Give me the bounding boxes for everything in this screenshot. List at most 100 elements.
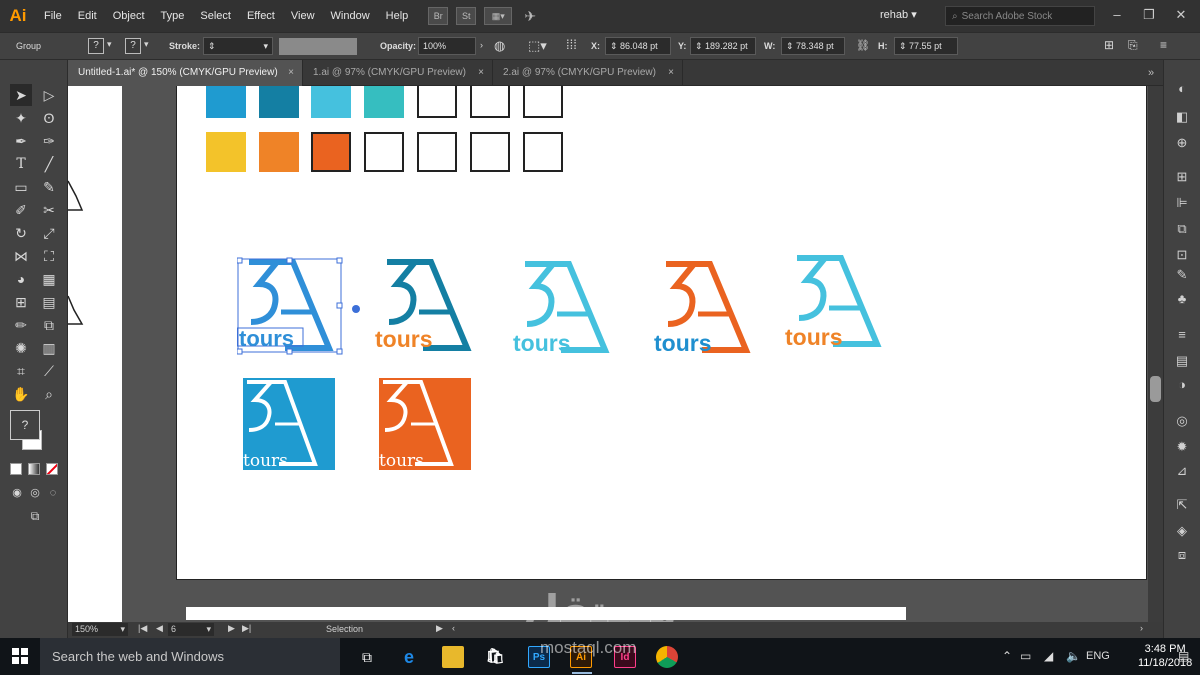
logo-orange-square[interactable]: tours: [379, 378, 471, 470]
tray-chevron-icon[interactable]: ⌃: [1002, 649, 1012, 663]
panel-menu-icon[interactable]: ≡: [1160, 38, 1167, 52]
menu-window[interactable]: Window: [323, 0, 378, 32]
chevron-down-icon[interactable]: ▾: [144, 39, 149, 50]
close-icon[interactable]: ✕: [1170, 5, 1192, 25]
maximize-icon[interactable]: ❐: [1138, 5, 1160, 25]
menu-file[interactable]: File: [36, 0, 70, 32]
chevron-right-icon[interactable]: »: [1148, 67, 1154, 79]
minimize-icon[interactable]: –: [1106, 5, 1128, 25]
bridge-button[interactable]: Br: [428, 7, 449, 25]
transparency-icon[interactable]: ◑: [1172, 376, 1192, 394]
chrome-icon[interactable]: [656, 646, 678, 668]
zoom-field[interactable]: 150% ▾: [72, 623, 128, 636]
status-menu-icon[interactable]: ▶: [436, 623, 443, 634]
direct-selection-tool-icon[interactable]: ▷: [38, 84, 60, 106]
notifications-icon[interactable]: ▤: [1178, 649, 1189, 663]
artboard[interactable]: tours tours tours tours tours tours tour…: [176, 86, 1147, 580]
taskbar-search[interactable]: Search the web and Windows: [40, 638, 340, 675]
logo-orange[interactable]: tours: [654, 258, 764, 358]
chevron-right-icon[interactable]: ›: [480, 40, 483, 50]
artboard-tool-icon[interactable]: ⌗: [10, 360, 32, 382]
language-indicator[interactable]: ENG: [1086, 650, 1110, 662]
rectangle-tool-icon[interactable]: ▭: [10, 176, 32, 198]
color-mode-icon[interactable]: [10, 463, 22, 475]
lasso-tool-icon[interactable]: ʘ: [38, 107, 60, 129]
none-mode-icon[interactable]: [46, 463, 58, 475]
stroke-swatch[interactable]: ?: [125, 38, 141, 54]
horizontal-scroll-thumb[interactable]: [186, 607, 906, 620]
artboards-icon[interactable]: ⧈: [1172, 546, 1192, 564]
y-field[interactable]: ⇕ 189.282 pt: [690, 37, 756, 55]
edge-icon[interactable]: e: [398, 646, 420, 668]
gradient-tool-icon[interactable]: ▤: [38, 291, 60, 313]
volume-icon[interactable]: 🔈: [1066, 649, 1081, 663]
transform-icon[interactable]: ⊞: [1104, 38, 1114, 52]
export-icon[interactable]: ⇱: [1172, 496, 1192, 514]
reference-point-icon[interactable]: ⁞⁞⁞: [566, 37, 577, 52]
fill-color-box[interactable]: ?: [10, 410, 40, 440]
windows-start-icon[interactable]: [12, 648, 28, 664]
battery-icon[interactable]: ▭: [1020, 649, 1031, 663]
draw-inside-icon[interactable]: ◌: [42, 482, 64, 504]
blend-tool-icon[interactable]: ⧉: [38, 314, 60, 336]
variable-width-profile[interactable]: [279, 38, 357, 55]
color-icon[interactable]: ◧: [1172, 108, 1192, 126]
libraries-icon[interactable]: ⊕: [1172, 134, 1192, 152]
menu-edit[interactable]: Edit: [70, 0, 105, 32]
x-field[interactable]: ⇕ 86.048 pt: [605, 37, 671, 55]
swatch-yellow[interactable]: [206, 132, 246, 172]
swatch-teal-dark[interactable]: [259, 86, 299, 118]
stroke-weight-field[interactable]: ⇕ ▾: [203, 37, 273, 55]
close-icon[interactable]: ×: [288, 60, 294, 86]
curvature-tool-icon[interactable]: ✑: [38, 130, 60, 152]
network-icon[interactable]: ◢: [1044, 649, 1053, 663]
menu-view[interactable]: View: [283, 0, 323, 32]
swatch-empty[interactable]: [470, 132, 510, 172]
swatch-empty[interactable]: [523, 86, 563, 118]
logo-cyan-orange[interactable]: tours: [785, 252, 895, 352]
align-icon[interactable]: ⊫: [1172, 194, 1192, 212]
symbols-icon[interactable]: ♣: [1172, 290, 1192, 308]
isolate-group-icon[interactable]: ⎘: [1128, 38, 1138, 53]
opacity-field[interactable]: 100%: [418, 37, 476, 55]
selection-tool-icon[interactable]: ➤: [10, 84, 32, 106]
scroll-right-icon[interactable]: ›: [1140, 623, 1143, 633]
type-tool-icon[interactable]: T: [10, 153, 32, 175]
close-icon[interactable]: ×: [668, 60, 674, 86]
file-explorer-icon[interactable]: [442, 646, 464, 668]
menu-select[interactable]: Select: [192, 0, 239, 32]
column-graph-tool-icon[interactable]: ▥: [38, 337, 60, 359]
zoom-tool-icon[interactable]: ⌕: [38, 383, 60, 405]
menu-type[interactable]: Type: [153, 0, 193, 32]
swatch-empty[interactable]: [364, 132, 404, 172]
appearance-icon[interactable]: ◎: [1172, 412, 1192, 430]
store-icon[interactable]: 🛍: [484, 646, 506, 668]
transform-panel-icon[interactable]: ⊡: [1172, 246, 1192, 264]
close-icon[interactable]: ×: [478, 60, 484, 86]
tab-untitled-1[interactable]: Untitled-1.ai* @ 150% (CMYK/GPU Preview)…: [68, 60, 303, 86]
task-view-icon[interactable]: ⧉: [356, 646, 378, 668]
free-transform-tool-icon[interactable]: ⛶: [38, 245, 60, 267]
scroll-left-icon[interactable]: ‹: [452, 623, 455, 633]
menu-help[interactable]: Help: [378, 0, 417, 32]
previous-artboard-icon[interactable]: ◀: [156, 623, 163, 634]
stock-button[interactable]: St: [456, 7, 477, 25]
color-guide-icon[interactable]: ◐: [1172, 80, 1192, 98]
next-artboard-icon[interactable]: ▶: [228, 623, 235, 634]
canvas-area[interactable]: tours tours tours tours tours tours tour…: [68, 86, 1148, 622]
swatch-orange-dark[interactable]: [311, 132, 351, 172]
swatch-empty[interactable]: [523, 132, 563, 172]
tab-2-ai[interactable]: 2.ai @ 97% (CMYK/GPU Preview) ×: [493, 60, 683, 86]
swatch-empty[interactable]: [470, 86, 510, 118]
vertical-scrollbar[interactable]: [1148, 86, 1163, 622]
swatch-teal[interactable]: [364, 86, 404, 118]
last-artboard-icon[interactable]: ▶|: [242, 623, 251, 634]
tab-1-ai[interactable]: 1.ai @ 97% (CMYK/GPU Preview) ×: [303, 60, 493, 86]
gradient-mode-icon[interactable]: [28, 463, 40, 475]
height-field[interactable]: ⇕ 77.55 pt: [894, 37, 958, 55]
logo-cyan[interactable]: tours: [513, 258, 623, 358]
swatch-empty[interactable]: [417, 132, 457, 172]
first-artboard-icon[interactable]: |◀: [138, 623, 147, 634]
swatch-cyan[interactable]: [311, 86, 351, 118]
logo-blue-square[interactable]: tours: [243, 378, 335, 470]
